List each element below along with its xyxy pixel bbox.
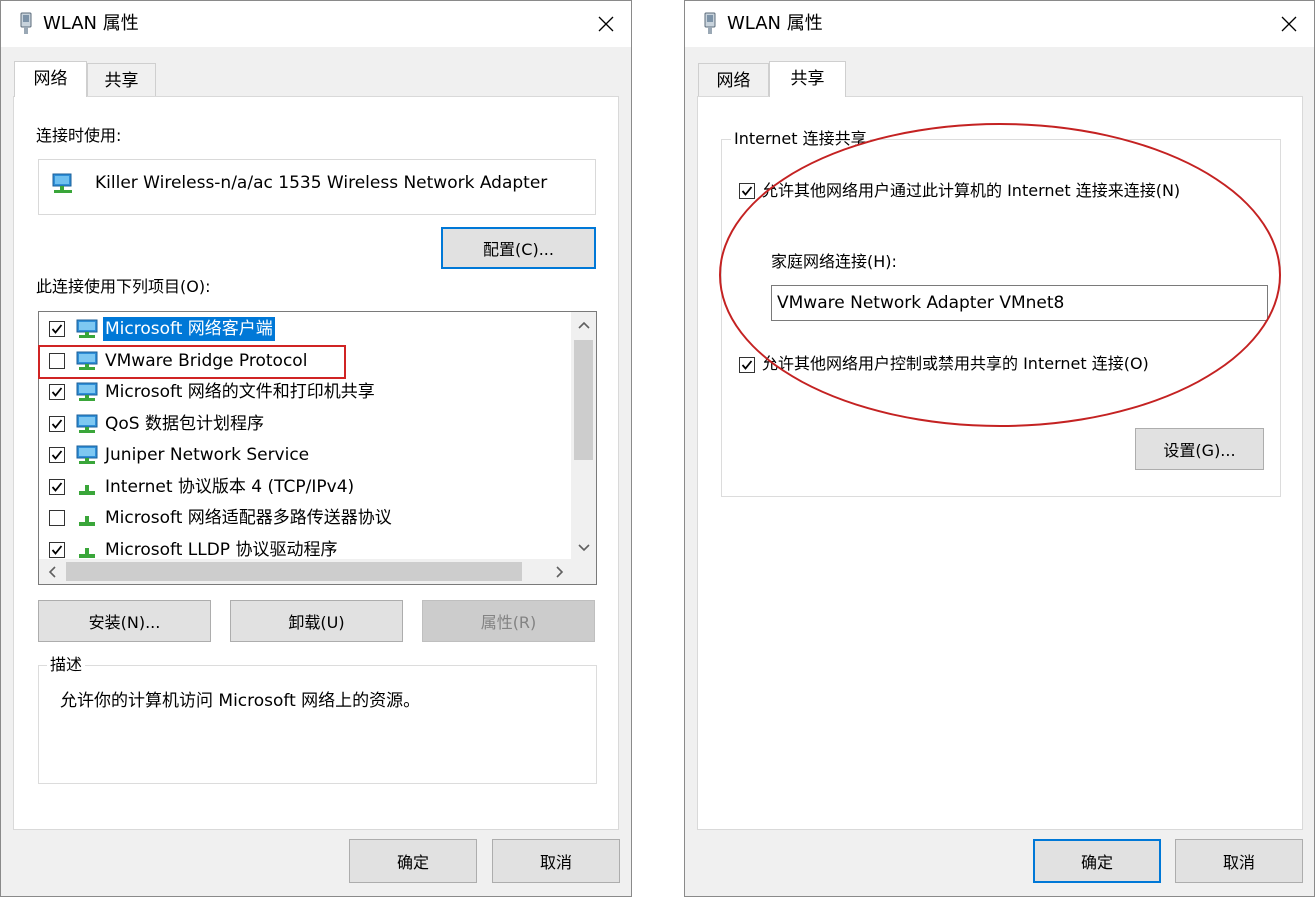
window-title: WLAN 属性 xyxy=(727,13,823,34)
connect-using-label: 连接时使用: xyxy=(36,126,122,145)
uninstall-button[interactable]: 卸载(U) xyxy=(230,600,403,642)
scroll-right-icon[interactable] xyxy=(547,559,572,584)
item-label: Internet 协议版本 4 (TCP/IPv4) xyxy=(105,477,355,497)
tab-network[interactable]: 网络 xyxy=(698,63,769,97)
item-label: Juniper Network Service xyxy=(105,445,310,465)
ok-button[interactable]: 确定 xyxy=(1033,839,1161,883)
item-checkbox[interactable] xyxy=(49,510,65,526)
scroll-down-icon[interactable] xyxy=(571,535,596,560)
close-button[interactable] xyxy=(1276,11,1302,37)
item-label: Microsoft 网络适配器多路传送器协议 xyxy=(105,508,392,528)
item-label: Microsoft 网络客户端 xyxy=(103,317,275,341)
item-checkbox[interactable] xyxy=(49,447,65,463)
item-checkbox[interactable] xyxy=(49,416,65,432)
window-title: WLAN 属性 xyxy=(43,13,139,34)
h-scroll-thumb[interactable] xyxy=(66,562,522,581)
network-adapter-icon xyxy=(704,12,716,34)
list-item[interactable]: Microsoft 网络客户端 xyxy=(39,314,569,344)
network-client-icon xyxy=(76,319,98,338)
close-button[interactable] xyxy=(593,11,619,37)
highlight-box xyxy=(38,345,346,379)
checkbox-box xyxy=(739,183,755,199)
home-network-field[interactable]: VMware Network Adapter VMnet8 xyxy=(771,285,1268,321)
close-icon xyxy=(598,16,614,32)
allow-control-label[interactable]: 允许其他网络用户控制或禁用共享的 Internet 连接(O) xyxy=(762,353,1149,375)
checkmark-icon xyxy=(51,419,63,429)
protocol-icon xyxy=(79,548,95,558)
ics-group-title: Internet 连接共享 xyxy=(731,128,870,150)
item-checkbox[interactable] xyxy=(49,542,65,558)
network-service-icon xyxy=(76,382,98,401)
network-adapter-icon xyxy=(20,12,32,34)
checkbox-box xyxy=(739,357,755,373)
scroll-thumb[interactable] xyxy=(574,340,593,460)
wlan-properties-dialog-sharing: WLAN 属性 网络 共享 Internet 连接共享 允许其他网络用户通过此计… xyxy=(684,0,1315,897)
list-item[interactable]: Juniper Network Service xyxy=(39,440,569,470)
install-button[interactable]: 安装(N)... xyxy=(38,600,211,642)
properties-button: 属性(R) xyxy=(422,600,595,642)
tab-sharing[interactable]: 共享 xyxy=(87,63,156,97)
protocol-icon xyxy=(79,516,95,526)
title-bar: WLAN 属性 xyxy=(1,1,631,47)
adapter-name: Killer Wireless-n/a/ac 1535 Wireless Net… xyxy=(95,173,548,193)
home-network-label: 家庭网络连接(H): xyxy=(771,252,897,271)
items-label: 此连接使用下列项目(O): xyxy=(36,277,211,296)
sharing-tab-panel: Internet 连接共享 允许其他网络用户通过此计算机的 Internet 连… xyxy=(697,96,1303,830)
tab-network[interactable]: 网络 xyxy=(14,61,87,97)
item-checkbox[interactable] xyxy=(49,321,65,337)
checkmark-icon xyxy=(51,482,63,492)
allow-control-checkbox[interactable] xyxy=(739,355,759,375)
checkmark-icon xyxy=(741,186,753,196)
item-checkbox[interactable] xyxy=(49,384,65,400)
network-service-icon xyxy=(76,414,98,433)
allow-connect-label[interactable]: 允许其他网络用户通过此计算机的 Internet 连接来连接(N) xyxy=(762,180,1180,202)
checkmark-icon xyxy=(51,545,63,555)
cancel-button[interactable]: 取消 xyxy=(1175,839,1303,883)
protocol-icon xyxy=(79,485,95,495)
network-service-icon xyxy=(76,445,98,464)
description-group xyxy=(38,665,597,784)
description-text: 允许你的计算机访问 Microsoft 网络上的资源。 xyxy=(60,691,421,711)
item-checkbox[interactable] xyxy=(49,479,65,495)
ok-button[interactable]: 确定 xyxy=(349,839,477,883)
checkmark-icon xyxy=(51,324,63,334)
wlan-properties-dialog-network: WLAN 属性 网络 共享 连接时使用: Killer Wireless-n/a… xyxy=(0,0,632,897)
list-item[interactable]: QoS 数据包计划程序 xyxy=(39,409,569,439)
horizontal-scrollbar[interactable] xyxy=(39,559,596,584)
description-title: 描述 xyxy=(47,654,86,676)
scroll-up-icon[interactable] xyxy=(571,312,596,337)
list-item[interactable]: Internet 协议版本 4 (TCP/IPv4) xyxy=(39,472,569,502)
checkmark-icon xyxy=(741,360,753,370)
settings-button[interactable]: 设置(G)... xyxy=(1135,428,1264,470)
item-label: Microsoft 网络的文件和打印机共享 xyxy=(105,382,375,402)
configure-button[interactable]: 配置(C)... xyxy=(441,227,596,269)
checkmark-icon xyxy=(51,450,63,460)
close-icon xyxy=(1281,16,1297,32)
list-item[interactable]: Microsoft 网络适配器多路传送器协议 xyxy=(39,503,569,533)
network-tab-panel: 连接时使用: Killer Wireless-n/a/ac 1535 Wirel… xyxy=(13,96,619,830)
cancel-button[interactable]: 取消 xyxy=(492,839,620,883)
scroll-left-icon[interactable] xyxy=(39,559,64,584)
list-item[interactable]: Microsoft 网络的文件和打印机共享 xyxy=(39,377,569,407)
network-adapter-card-icon xyxy=(52,173,72,193)
tab-sharing[interactable]: 共享 xyxy=(769,61,846,97)
allow-connect-checkbox[interactable] xyxy=(739,181,759,201)
adapter-box: Killer Wireless-n/a/ac 1535 Wireless Net… xyxy=(38,159,596,215)
vertical-scrollbar[interactable] xyxy=(571,312,596,560)
item-label: QoS 数据包计划程序 xyxy=(105,414,264,434)
title-bar: WLAN 属性 xyxy=(685,1,1314,47)
checkmark-icon xyxy=(51,387,63,397)
